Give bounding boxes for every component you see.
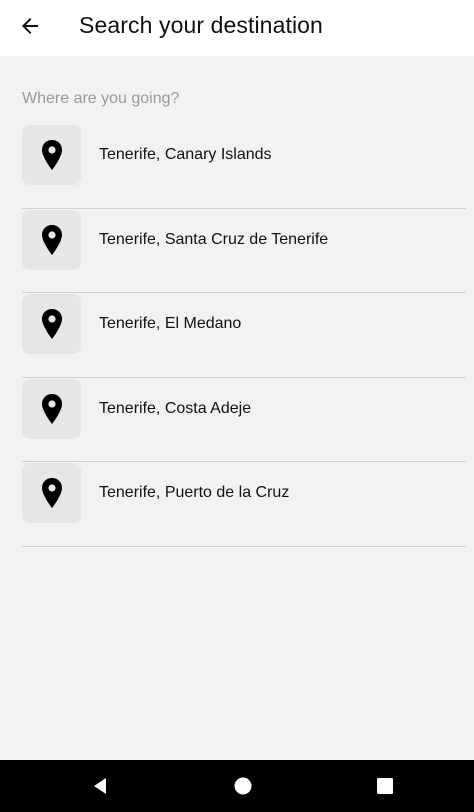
arrow-left-icon [22, 18, 38, 34]
destination-item-el-medano[interactable]: Tenerife, El Medano [22, 293, 466, 378]
location-pin-icon [41, 140, 62, 170]
location-pin-tile [22, 378, 81, 439]
destination-results-list: Tenerife, Canary Islands Tenerife, Santa… [22, 124, 466, 547]
destination-item-label: Tenerife, El Medano [99, 315, 242, 332]
destination-item-santa-cruz[interactable]: Tenerife, Santa Cruz de Tenerife [22, 209, 466, 293]
destination-item-costa-adeje[interactable]: Tenerife, Costa Adeje [22, 378, 466, 462]
app-header: Search your destination [0, 0, 474, 56]
destination-search-input[interactable] [22, 86, 452, 112]
home-circle-icon [234, 777, 252, 795]
location-pin-icon [41, 478, 62, 508]
nav-recents-button[interactable] [359, 760, 411, 812]
destination-item-canary-islands[interactable]: Tenerife, Canary Islands [22, 124, 466, 209]
location-pin-icon [41, 224, 62, 255]
page-title: Search your destination [79, 12, 323, 38]
recents-square-icon [377, 778, 393, 794]
location-pin-icon [41, 309, 62, 339]
nav-home-button[interactable] [217, 760, 269, 812]
back-button[interactable] [12, 8, 48, 44]
location-pin-tile [22, 463, 81, 523]
destination-item-label: Tenerife, Puerto de la Cruz [99, 484, 290, 501]
nav-back-button[interactable] [74, 760, 126, 812]
system-navigation-bar [0, 760, 474, 812]
location-pin-tile [22, 294, 81, 354]
destination-item-label: Tenerife, Costa Adeje [99, 399, 252, 417]
destination-search-screen: Search your destination Tenerife, Canary… [0, 0, 474, 812]
back-triangle-icon [94, 778, 106, 794]
location-pin-icon [41, 393, 62, 424]
location-pin-tile [22, 209, 81, 270]
location-pin-tile [22, 125, 81, 185]
destination-item-puerto-de-la-cruz[interactable]: Tenerife, Puerto de la Cruz [22, 462, 466, 547]
destination-item-label: Tenerife, Canary Islands [99, 146, 272, 163]
destination-item-label: Tenerife, Santa Cruz de Tenerife [99, 230, 329, 248]
